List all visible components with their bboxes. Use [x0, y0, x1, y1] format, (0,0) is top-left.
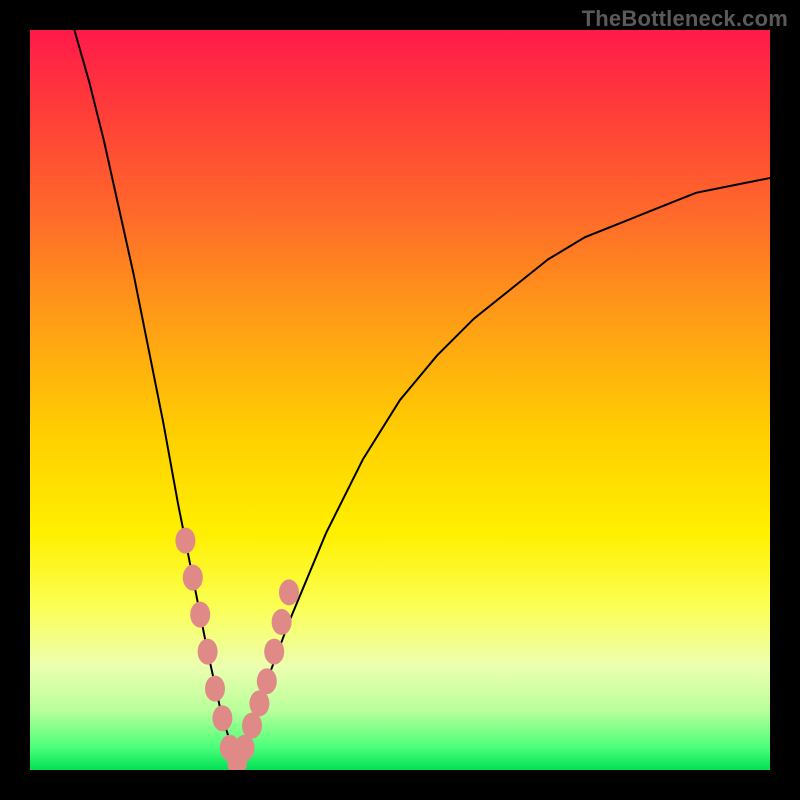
chart-svg [30, 30, 770, 770]
marker-point [212, 705, 232, 731]
marker-point [205, 676, 225, 702]
marker-point [264, 639, 284, 665]
marker-point [175, 528, 195, 554]
marker-point [249, 690, 269, 716]
marker-point [272, 609, 292, 635]
marker-group [175, 528, 299, 770]
marker-point [235, 735, 255, 761]
plot-gradient-area [30, 30, 770, 770]
curve-right-branch [237, 178, 770, 763]
marker-point [242, 713, 262, 739]
marker-point [257, 668, 277, 694]
chart-frame: TheBottleneck.com [0, 0, 800, 800]
marker-point [279, 579, 299, 605]
watermark-text: TheBottleneck.com [582, 6, 788, 32]
marker-point [190, 602, 210, 628]
marker-point [183, 565, 203, 591]
marker-point [198, 639, 218, 665]
